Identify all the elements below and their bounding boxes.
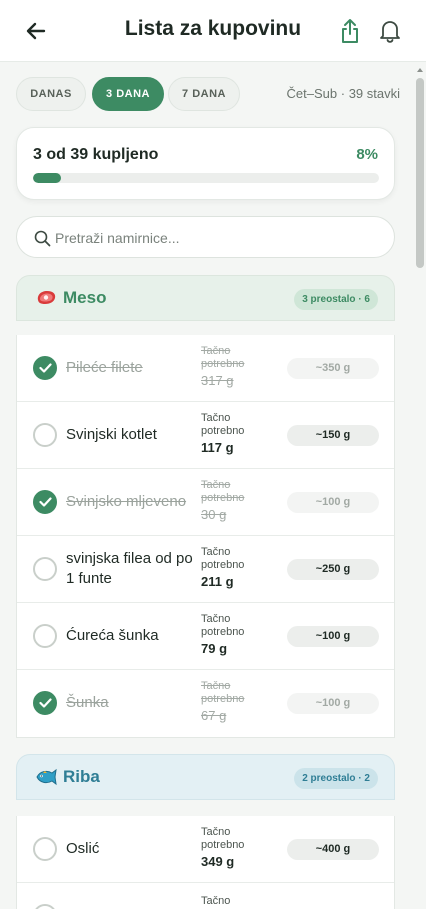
item-list-meso: Pileće filete Tačno potrebno 317 g ~350 … bbox=[16, 335, 395, 738]
checkbox[interactable] bbox=[33, 691, 57, 715]
item-name: svinjska filea od po 1 funte bbox=[66, 550, 193, 587]
main-content: DANAS 3 DANA 7 DANA Čet–Sub · 39 stavki … bbox=[0, 62, 426, 909]
item-list-riba: Oslić Tačno potrebno 349 g ~400 g Tačno bbox=[16, 816, 395, 909]
quantity-pill: ~100 g bbox=[287, 626, 379, 647]
category-badge: 3 preostalo · 6 bbox=[294, 289, 378, 310]
checkbox[interactable] bbox=[33, 557, 57, 581]
search-input[interactable] bbox=[55, 226, 375, 250]
item-name: Ćureća šunka bbox=[66, 627, 159, 644]
category-title: Riba bbox=[63, 767, 100, 786]
checkbox[interactable] bbox=[33, 837, 57, 861]
list-item[interactable]: Ćureća šunka Tačno potrebno 79 g ~100 g bbox=[17, 603, 394, 670]
progress-text: 3 od 39 kupljeno bbox=[33, 146, 159, 163]
progress-bar bbox=[33, 173, 379, 183]
list-item[interactable]: Pileće filete Tačno potrebno 317 g ~350 … bbox=[17, 335, 394, 402]
need-label: Tačno potrebno bbox=[201, 826, 245, 851]
need-amount: 211 g bbox=[201, 574, 234, 589]
check-icon bbox=[39, 497, 52, 507]
share-icon[interactable] bbox=[337, 17, 363, 45]
list-item[interactable]: Svinjski kotlet Tačno potrebno 117 g ~15… bbox=[17, 402, 394, 469]
progress-percent: 8% bbox=[356, 146, 378, 163]
checkbox[interactable] bbox=[33, 904, 57, 909]
checkbox[interactable] bbox=[33, 624, 57, 648]
progress-bar-fill bbox=[33, 173, 61, 183]
progress-card: 3 od 39 kupljeno 8% bbox=[16, 127, 395, 200]
quantity-pill: ~100 g bbox=[287, 492, 379, 513]
list-item[interactable]: Oslić Tačno potrebno 349 g ~400 g bbox=[17, 816, 394, 883]
need-label: Tačno potrebno bbox=[201, 345, 245, 370]
checkbox[interactable] bbox=[33, 356, 57, 380]
need-label: Tačno bbox=[201, 895, 231, 907]
quantity-pill: ~350 g bbox=[287, 358, 379, 379]
quantity-pill: ~400 g bbox=[287, 839, 379, 860]
need-amount: 349 g bbox=[201, 854, 235, 869]
item-name: Oslić bbox=[66, 840, 100, 857]
scrollbar-thumb[interactable] bbox=[416, 78, 424, 268]
range-chip-today[interactable]: DANAS bbox=[16, 77, 86, 111]
meat-icon bbox=[37, 291, 56, 304]
category-title: Meso bbox=[63, 288, 107, 307]
item-name: Šunka bbox=[66, 694, 109, 711]
item-name: Svinjsko mljeveno bbox=[66, 493, 187, 510]
need-amount: 30 g bbox=[201, 507, 227, 522]
range-summary: Čet–Sub · 39 stavki bbox=[286, 86, 400, 101]
need-amount: 317 g bbox=[201, 373, 234, 388]
quantity-pill: ~250 g bbox=[287, 559, 379, 580]
item-name: Pileće filete bbox=[66, 359, 143, 376]
range-chip-7-days[interactable]: 7 DANA bbox=[168, 77, 240, 111]
need-label: Tačno potrebno bbox=[201, 613, 245, 638]
category-header-riba[interactable]: Riba 2 preostalo · 2 bbox=[16, 754, 395, 800]
check-icon bbox=[39, 363, 52, 373]
quantity-pill: ~100 g bbox=[287, 693, 379, 714]
list-item[interactable]: Šunka Tačno potrebno 67 g ~100 g bbox=[17, 670, 394, 737]
item-name: Svinjski kotlet bbox=[66, 426, 157, 443]
bell-icon[interactable] bbox=[377, 17, 403, 45]
scrollbar[interactable] bbox=[416, 66, 424, 909]
need-amount: 67 g bbox=[201, 708, 227, 723]
range-selector: DANAS 3 DANA 7 DANA Čet–Sub · 39 stavki bbox=[16, 77, 400, 111]
list-item[interactable]: Tačno bbox=[17, 883, 394, 909]
fish-icon bbox=[36, 768, 57, 786]
scroll-up-arrow-icon[interactable] bbox=[416, 66, 424, 74]
category-header-meso[interactable]: Meso 3 preostalo · 6 bbox=[16, 275, 395, 321]
need-amount: 79 g bbox=[201, 641, 228, 656]
list-item[interactable]: svinjska filea od po 1 funte Tačno potre… bbox=[17, 536, 394, 603]
search-box bbox=[16, 216, 395, 258]
quantity-pill: ~150 g bbox=[287, 425, 379, 446]
need-label: Tačno potrebno bbox=[201, 546, 245, 571]
range-chip-3-days[interactable]: 3 DANA bbox=[92, 77, 164, 111]
need-amount: 117 g bbox=[201, 440, 234, 455]
app-header: Lista za kupovinu bbox=[0, 0, 426, 62]
need-label: Tačno potrebno bbox=[201, 680, 245, 705]
checkbox[interactable] bbox=[33, 490, 57, 514]
need-label: Tačno potrebno bbox=[201, 479, 245, 504]
list-item[interactable]: Svinjsko mljeveno Tačno potrebno 30 g ~1… bbox=[17, 469, 394, 536]
need-label: Tačno potrebno bbox=[201, 412, 245, 437]
checkbox[interactable] bbox=[33, 423, 57, 447]
check-icon bbox=[39, 698, 52, 708]
category-badge: 2 preostalo · 2 bbox=[294, 768, 378, 789]
search-icon bbox=[34, 230, 51, 247]
